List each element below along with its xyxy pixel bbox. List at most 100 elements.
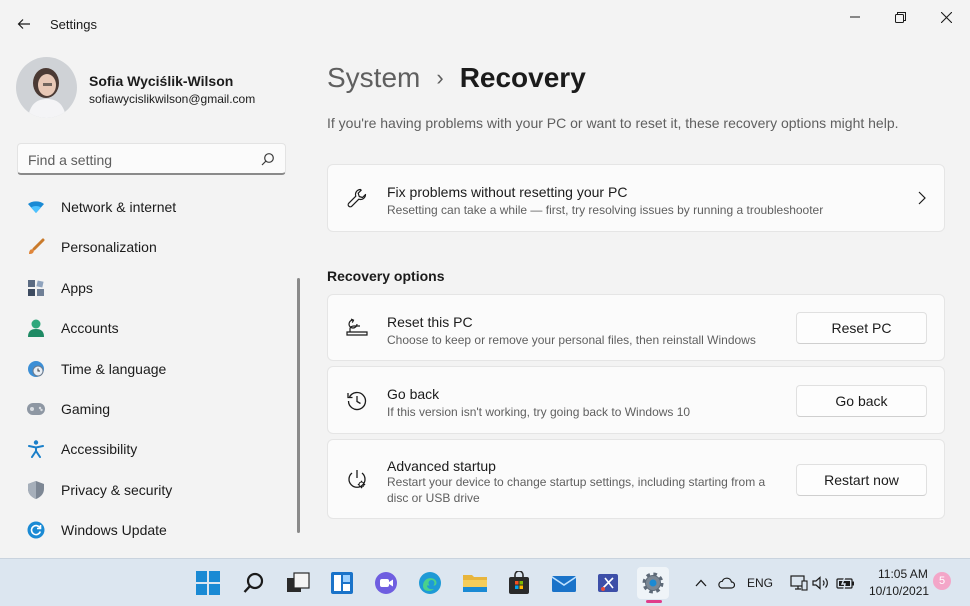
advanced-startup-card: Advanced startup Restart your device to … <box>327 439 945 519</box>
update-icon <box>26 520 46 540</box>
page-title: Recovery <box>459 62 586 93</box>
notification-badge[interactable]: 5 <box>933 572 951 590</box>
go-back-card: Go back If this version isn't working, t… <box>327 366 945 434</box>
chevron-right-icon <box>918 191 926 205</box>
history-icon <box>346 390 368 412</box>
user-email: sofiawycislikwilson@gmail.com <box>89 92 256 106</box>
accessibility-icon <box>26 439 46 459</box>
apps-icon <box>26 278 46 298</box>
cloud-icon <box>718 577 735 589</box>
widgets-button[interactable] <box>326 567 358 599</box>
brush-icon <box>26 237 46 257</box>
gamepad-icon <box>26 399 46 419</box>
sidebar-item-windows-update[interactable]: Windows Update <box>20 513 290 547</box>
edge-browser-button[interactable] <box>414 567 446 599</box>
person-icon <box>26 318 46 338</box>
sidebar-item-accounts[interactable]: Accounts <box>20 311 290 345</box>
advanced-startup-title: Advanced startup <box>387 458 496 474</box>
maximize-button[interactable] <box>880 6 920 28</box>
sidebar-item-label: Accessibility <box>61 441 138 457</box>
go-back-desc: If this version isn't working, try going… <box>387 405 691 419</box>
network-status-button[interactable] <box>789 573 809 593</box>
go-back-title: Go back <box>387 386 440 402</box>
task-view-icon <box>287 572 310 592</box>
input-language-indicator[interactable]: ENG <box>747 576 773 590</box>
sidebar-scrollbar[interactable] <box>297 278 300 533</box>
minimize-button[interactable] <box>835 6 875 28</box>
close-icon <box>940 11 952 23</box>
search-icon <box>261 153 274 166</box>
snipping-tool-button[interactable] <box>592 567 624 599</box>
recovery-options-heading: Recovery options <box>327 268 445 284</box>
breadcrumb-separator: › <box>436 65 444 90</box>
app-title: Settings <box>50 17 97 32</box>
search-placeholder: Find a setting <box>28 152 113 168</box>
sidebar-item-apps[interactable]: Apps <box>20 271 290 305</box>
store-icon <box>509 571 529 594</box>
folder-icon <box>463 575 487 592</box>
sidebar-item-label: Accounts <box>61 320 119 336</box>
task-view-button[interactable] <box>282 567 314 599</box>
chevron-up-icon <box>695 579 707 587</box>
clock-time[interactable]: 11:05 AM <box>878 567 928 581</box>
edge-icon <box>419 572 441 594</box>
reset-pc-button[interactable]: Reset PC <box>796 312 927 344</box>
mail-icon <box>551 576 577 592</box>
volume-button[interactable] <box>811 573 831 593</box>
sidebar-item-label: Time & language <box>61 361 167 377</box>
advanced-startup-desc: Restart your device to change startup se… <box>387 475 766 505</box>
onedrive-button[interactable] <box>716 573 736 593</box>
back-button[interactable] <box>12 12 36 36</box>
sidebar-item-personalization[interactable]: Personalization <box>20 230 290 264</box>
sidebar-item-label: Apps <box>61 280 93 296</box>
network-icon <box>790 575 808 591</box>
globe-clock-icon <box>26 359 46 379</box>
battery-button[interactable] <box>836 573 856 593</box>
back-arrow-icon <box>17 19 30 29</box>
settings-app-button[interactable] <box>637 567 669 599</box>
taskbar: ENG 11:05 AM 10/10/2021 <box>0 558 970 606</box>
fix-problems-card[interactable]: Fix problems without resetting your PC R… <box>327 164 945 232</box>
sidebar-item-accessibility[interactable]: Accessibility <box>20 432 290 466</box>
windows-logo-icon <box>196 571 220 595</box>
restore-icon <box>894 11 906 23</box>
gear-icon <box>642 572 664 594</box>
sidebar-item-network[interactable]: Network & internet <box>20 190 290 224</box>
show-hidden-icons-button[interactable] <box>691 573 711 593</box>
breadcrumb-system-link[interactable]: System <box>327 62 420 94</box>
reset-pc-card: Reset this PC Choose to keep or remove y… <box>327 294 945 361</box>
sidebar-item-label: Windows Update <box>61 522 167 538</box>
sidebar-item-label: Network & internet <box>61 199 177 215</box>
sidebar-item-gaming[interactable]: Gaming <box>20 392 290 426</box>
microsoft-store-button[interactable] <box>503 567 535 599</box>
taskbar-search-button[interactable] <box>238 567 270 599</box>
shield-icon <box>26 480 46 500</box>
search-input[interactable]: Find a setting <box>17 143 286 175</box>
title-bar: Settings <box>0 0 970 48</box>
advanced-startup-icon <box>346 469 368 491</box>
speaker-icon <box>812 576 828 590</box>
mail-button[interactable] <box>548 567 580 599</box>
sidebar-item-time-language[interactable]: Time & language <box>20 352 290 386</box>
file-explorer-button[interactable] <box>459 567 491 599</box>
fix-problems-title: Fix problems without resetting your PC <box>387 184 628 200</box>
user-photo-icon <box>16 57 77 118</box>
sidebar: Sofia Wyciślik-Wilson sofiawycislikwilso… <box>0 48 305 558</box>
breadcrumb: System › Recovery <box>327 58 586 98</box>
start-button[interactable] <box>192 567 224 599</box>
wifi-icon <box>26 197 46 217</box>
clock-date[interactable]: 10/10/2021 <box>869 584 929 598</box>
avatar[interactable] <box>16 57 77 118</box>
close-button[interactable] <box>926 6 966 28</box>
snipping-icon <box>598 574 618 592</box>
widgets-icon <box>331 572 353 594</box>
restart-now-button[interactable]: Restart now <box>796 464 927 496</box>
teams-chat-button[interactable] <box>370 567 402 599</box>
sidebar-item-label: Personalization <box>61 239 157 255</box>
go-back-button[interactable]: Go back <box>796 385 927 417</box>
sidebar-item-privacy-security[interactable]: Privacy & security <box>20 473 290 507</box>
reset-pc-title: Reset this PC <box>387 314 473 330</box>
search-icon <box>243 572 264 593</box>
sidebar-item-label: Privacy & security <box>61 482 173 498</box>
reset-pc-desc: Choose to keep or remove your personal f… <box>387 333 756 347</box>
